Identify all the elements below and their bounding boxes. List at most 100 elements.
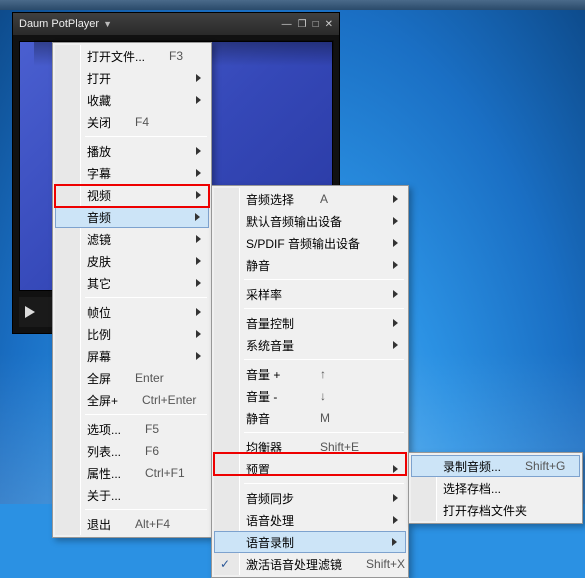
menu-separator [244,432,404,433]
menu-shortcut: ↑ [320,367,382,381]
menu-item[interactable]: 预置 [214,458,406,480]
submenu-arrow-icon [196,308,201,316]
menu-shortcut: Alt+F4 [135,517,197,531]
menu-item[interactable]: 列表...F6 [55,440,209,462]
menu-item-label: 属性... [87,465,121,482]
menu-item-label: 其它 [87,275,185,292]
menu-separator [244,359,404,360]
menu-item[interactable]: 关闭F4 [55,111,209,133]
menu-item[interactable]: 音频 [55,206,209,228]
menu-item[interactable]: 选项... F5 [55,418,209,440]
menu-item-label: 滤镜 [87,231,185,248]
menu-item-label: 关于... [87,487,185,504]
menu-item-label: 语音处理 [246,512,382,529]
menu-item[interactable]: 比例 [55,323,209,345]
menu-item[interactable]: 采样率 [214,283,406,305]
taskbar [0,0,585,10]
menu-item[interactable]: 打开文件...F3 [55,45,209,67]
menu-item[interactable]: 视频 [55,184,209,206]
minimize-button[interactable]: — [282,19,292,30]
maximize-button[interactable]: □ [313,19,319,30]
submenu-arrow-icon [196,279,201,287]
menu-item[interactable]: 音频选择 A [214,188,406,210]
menu-item[interactable]: 退出 Alt+F4 [55,513,209,535]
menu-item[interactable]: 静音 [214,254,406,276]
menu-item-label: 字幕 [87,165,185,182]
check-icon: ✓ [220,557,230,571]
menu-separator [244,483,404,484]
menu-item[interactable]: 字幕 [55,162,209,184]
menu-item[interactable]: 音量控制 [214,312,406,334]
menu-item-label: 语音录制 [246,534,382,551]
menu-item-label: 播放 [87,143,185,160]
menu-item[interactable]: 打开 [55,67,209,89]
menu-item[interactable]: 其它 [55,272,209,294]
menu-item[interactable]: 均衡器 Shift+E [214,436,406,458]
menu-shortcut: M [320,411,382,425]
menu-shortcut: A [320,192,382,206]
menu-item-label: 全屏 [87,370,111,387]
menu-item[interactable]: 语音录制 [214,531,406,553]
menu-item-label: 音频选择 [246,191,296,208]
menu-separator [85,136,207,137]
menu-item[interactable]: 默认音频输出设备 [214,210,406,232]
submenu-arrow-icon [196,96,201,104]
submenu-arrow-icon [393,290,398,298]
menu-separator [244,279,404,280]
menu-separator [244,308,404,309]
menu-item[interactable]: 皮肤 [55,250,209,272]
menu-item[interactable]: 屏幕 [55,345,209,367]
menu-item[interactable]: 录制音频...Shift+G [411,455,580,477]
menu-item-label: 系统音量 [246,337,382,354]
menu-item[interactable]: 系统音量 [214,334,406,356]
menu-item-label: 音量控制 [246,315,382,332]
menu-item[interactable]: S/PDIF 音频输出设备 [214,232,406,254]
menu-item[interactable]: 语音处理 [214,509,406,531]
restore-button[interactable]: ❐ [298,19,307,30]
menu-item[interactable]: 全屏Enter [55,367,209,389]
dropdown-icon[interactable]: ▼ [103,19,112,29]
menu-item[interactable]: 音量 -↓ [214,385,406,407]
menu-item[interactable]: 静音M [214,407,406,429]
menu-item[interactable]: 滤镜 [55,228,209,250]
submenu-arrow-icon [393,465,398,473]
menu-item-label: 预置 [246,461,382,478]
submenu-arrow-icon [195,213,200,221]
menu-item[interactable]: ✓激活语音处理滤镜Shift+X [214,553,406,575]
submenu-record: 录制音频...Shift+G 选择存档... 打开存档文件夹 [408,452,583,524]
close-button[interactable]: ✕ [325,19,333,30]
menu-item[interactable]: 音频同步 [214,487,406,509]
menu-item-label: 帧位 [87,304,185,321]
menu-shortcut: F6 [145,444,207,458]
submenu-arrow-icon [393,516,398,524]
menu-shortcut: ↓ [320,389,382,403]
submenu-arrow-icon [196,191,201,199]
submenu-arrow-icon [196,330,201,338]
menu-item[interactable]: 收藏 [55,89,209,111]
menu-item[interactable]: 帧位 [55,301,209,323]
menu-shortcut: Ctrl+Enter [142,393,204,407]
menu-item[interactable]: 打开存档文件夹 [411,499,580,521]
menu-item[interactable]: 全屏+Ctrl+Enter [55,389,209,411]
menu-item-label: 录制音频... [443,458,501,475]
menu-item-label: 选择存档... [443,480,556,497]
menu-item-label: 比例 [87,326,185,343]
menu-separator [85,509,207,510]
menu-item[interactable]: 播放 [55,140,209,162]
menu-item[interactable]: 音量 +↑ [214,363,406,385]
menu-shortcut: Shift+E [320,440,382,454]
menu-shortcut: F5 [145,422,207,436]
menu-item-label: 采样率 [246,286,382,303]
submenu-arrow-icon [196,169,201,177]
menu-item-label: 选项... [87,421,121,438]
submenu-arrow-icon [393,261,398,269]
menu-item[interactable]: 选择存档... [411,477,580,499]
menu-item[interactable]: 关于... [55,484,209,506]
play-button[interactable] [25,306,35,318]
menu-item-label: 均衡器 [246,439,296,456]
menu-item[interactable]: 属性...Ctrl+F1 [55,462,209,484]
menu-shortcut: F4 [135,115,197,129]
menu-item-label: 退出 [87,516,111,533]
title-bar[interactable]: Daum PotPlayer ▼ — ❐ □ ✕ [13,13,339,35]
submenu-audio: 音频选择A默认音频输出设备S/PDIF 音频输出设备静音采样率音量控制系统音量音… [211,185,409,578]
